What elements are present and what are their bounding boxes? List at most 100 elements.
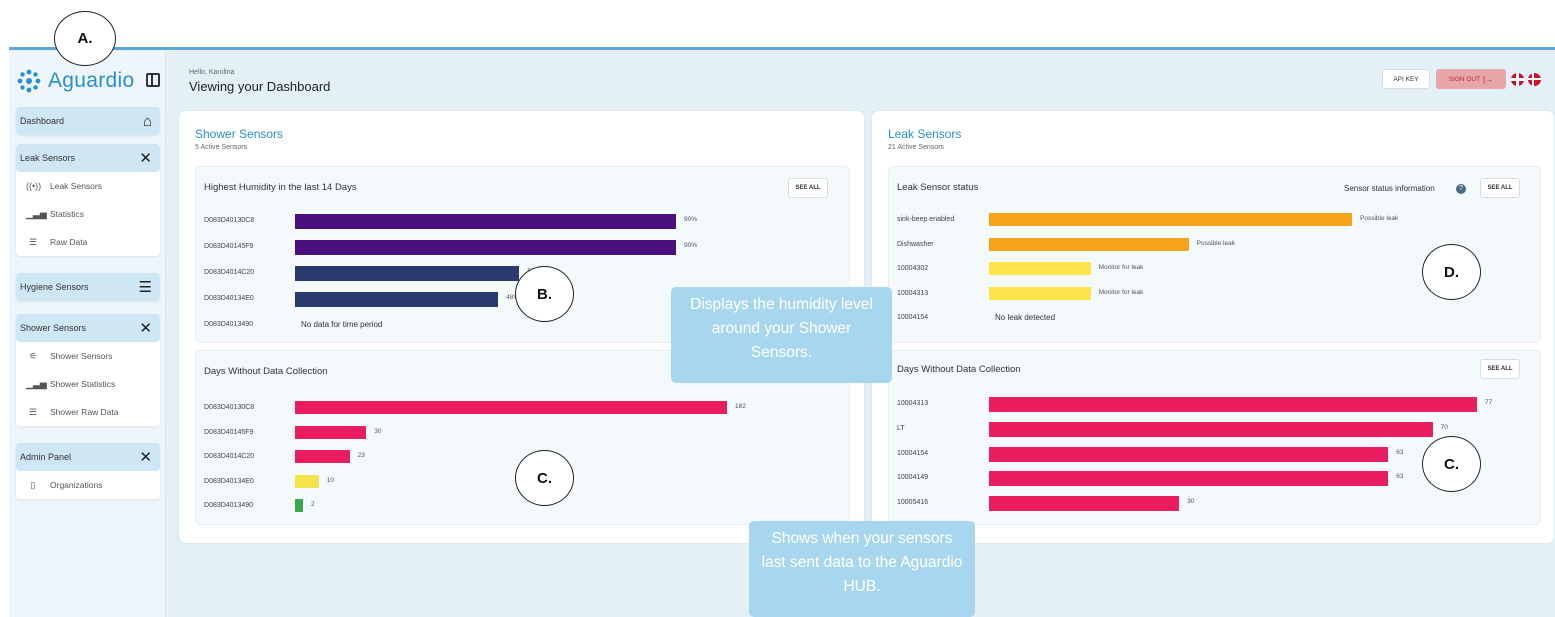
row-label: D083D40134E0 (204, 295, 254, 302)
api-key-button[interactable]: API KEY (1382, 69, 1430, 89)
row-label: 10004313 (897, 289, 929, 297)
bar[interactable] (989, 213, 1352, 226)
leak-status-card-title: Leak Sensor status (897, 182, 979, 193)
nav-group-shower: Shower Sensors ✕ ⚟ Shower Sensors ▁▃▅ Sh… (16, 314, 160, 426)
sensor-status-info-link[interactable]: Sensor status information (1344, 184, 1435, 193)
sign-out-label: SIGN OUT (1448, 75, 1481, 83)
close-icon[interactable]: ✕ (139, 149, 152, 167)
bar[interactable] (295, 214, 676, 229)
sidebar-group-leak-sensors[interactable]: Leak Sensors ✕ (16, 144, 160, 172)
sidebar-item-raw-data[interactable]: ☰ Raw Data (16, 228, 160, 256)
leak-nodata-see-all-button[interactable]: SEE ALL (1480, 359, 1520, 379)
sidebar-item-dashboard[interactable]: Dashboard ⌂ (16, 107, 160, 135)
sidebar-group-label: Hygiene Sensors (20, 282, 89, 292)
callout-c-leak: C. (1422, 436, 1481, 492)
row-label: D083D40145F9 (204, 428, 254, 436)
row-label: LT (897, 424, 905, 432)
logo[interactable]: Aguardio (16, 66, 166, 96)
bar-value-label: 30 (374, 427, 382, 435)
shower-icon: ⚟ (28, 350, 38, 361)
bar[interactable] (295, 240, 676, 255)
callout-c-shower: C. (515, 450, 574, 506)
row-label: sink-beep enabled (897, 216, 955, 223)
humidity-see-all-button[interactable]: SEE ALL (788, 178, 828, 198)
bar-value-label: Possible leak (1360, 215, 1399, 222)
nav-group-hygiene: Hygiene Sensors ☰ (16, 273, 160, 301)
sidebar-group-shower-sensors[interactable]: Shower Sensors ✕ (16, 314, 160, 342)
bar[interactable] (295, 266, 520, 281)
sidebar-group-label: Admin Panel (20, 452, 72, 462)
greeting: Hello, Karolina (189, 69, 235, 76)
bar-chart-icon: ▁▃▅ (26, 208, 47, 219)
nav-group-dashboard[interactable]: Dashboard ⌂ (16, 107, 160, 135)
menu-icon[interactable]: ☰ (139, 278, 152, 296)
row-label: 10004313 (897, 400, 929, 407)
help-icon[interactable]: ? (1456, 184, 1466, 194)
shower-panel-title: Shower Sensors (195, 127, 284, 141)
bar[interactable] (989, 397, 1477, 412)
bar[interactable] (989, 421, 1433, 437)
bar[interactable] (989, 262, 1091, 275)
leak-status-see-all-button[interactable]: SEE ALL (1480, 178, 1520, 198)
bar-value-label: 10 (326, 476, 334, 484)
sidebar-item-shower-raw-data[interactable]: ☰ Shower Raw Data (16, 398, 160, 426)
sidebar-item-statistics[interactable]: ▁▃▅ Statistics (16, 200, 160, 228)
bar-value-label: 90% (684, 216, 698, 223)
humidity-card-title: Highest Humidity in the last 14 Days (204, 182, 357, 193)
tooltip-nodata: Shows when your sensors last sent data t… (749, 521, 975, 617)
row-label: D083D4014C20 (204, 269, 255, 276)
row-label: 10004154 (897, 449, 929, 457)
callout-d: D. (1422, 244, 1481, 300)
sidebar-group-hygiene-sensors[interactable]: Hygiene Sensors ☰ (16, 273, 160, 301)
bar[interactable] (989, 237, 1189, 251)
bar[interactable] (295, 450, 350, 463)
row-label: 10005416 (897, 499, 929, 507)
uk-flag-icon[interactable] (1511, 73, 1524, 86)
bar[interactable] (295, 474, 319, 488)
bar-value-label: 2 (311, 501, 315, 508)
sidebar-group-label: Leak Sensors (20, 153, 76, 163)
row-label: D083D4014C20 (204, 453, 255, 460)
sidebar-item-shower-statistics[interactable]: ▁▃▅ Shower Statistics (16, 370, 160, 398)
logo-mark-icon (17, 69, 41, 93)
sidebar-item-leak-sensors[interactable]: ((•)) Leak Sensors (16, 172, 160, 200)
close-icon[interactable]: ✕ (139, 448, 152, 466)
row-label: 10004149 (897, 474, 929, 482)
callout-b: B. (515, 266, 574, 322)
bar[interactable] (989, 286, 1091, 300)
bar-value-label: 70 (1440, 423, 1448, 431)
sidebar-group-admin-panel[interactable]: Admin Panel ✕ (16, 443, 160, 471)
bar[interactable] (295, 425, 367, 439)
bar[interactable] (989, 496, 1180, 512)
bar[interactable] (295, 401, 727, 414)
row-label: 10004302 (897, 265, 929, 272)
sidebar-item-shower-sensors[interactable]: ⚟ Shower Sensors (16, 342, 160, 370)
bar[interactable] (295, 499, 303, 512)
row-label: D083D40134E0 (204, 477, 254, 485)
bar-value-label: 182 (735, 403, 746, 410)
row-label: D083D4013490 (204, 321, 254, 328)
home-icon: ⌂ (142, 112, 152, 130)
bar-value-label: 90% (684, 242, 698, 249)
sidebar-item-organizations[interactable]: ▯ Organizations (16, 471, 160, 499)
bar-value-label: 63 (1396, 448, 1404, 456)
bar-value-label: Monitor for leak (1098, 288, 1144, 296)
bar-value-label: 63 (1396, 473, 1404, 481)
denmark-flag-icon[interactable] (1528, 73, 1541, 86)
bar[interactable] (989, 471, 1389, 487)
no-data-text: No data for time period (301, 320, 383, 329)
bar[interactable] (295, 292, 499, 307)
leak-panel-subtitle: 21 Active Sensors (888, 144, 945, 151)
sidebar-item-label: Shower Statistics (50, 379, 116, 389)
collapse-sidebar-icon[interactable] (146, 73, 160, 87)
close-icon[interactable]: ✕ (139, 319, 152, 337)
sidebar-item-label: Statistics (50, 209, 85, 219)
nav-group-admin: Admin Panel ✕ ▯ Organizations (16, 443, 160, 499)
callout-a: A. (54, 11, 116, 66)
leak-panel-title: Leak Sensors (888, 127, 962, 141)
nav-group-leak: Leak Sensors ✕ ((•)) Leak Sensors ▁▃▅ St… (16, 144, 160, 256)
sidebar-item-label: Organizations (50, 480, 103, 490)
bar[interactable] (989, 446, 1389, 462)
sign-out-button[interactable]: SIGN OUT [→ (1436, 69, 1506, 89)
logo-text: Aguardio (48, 69, 135, 92)
